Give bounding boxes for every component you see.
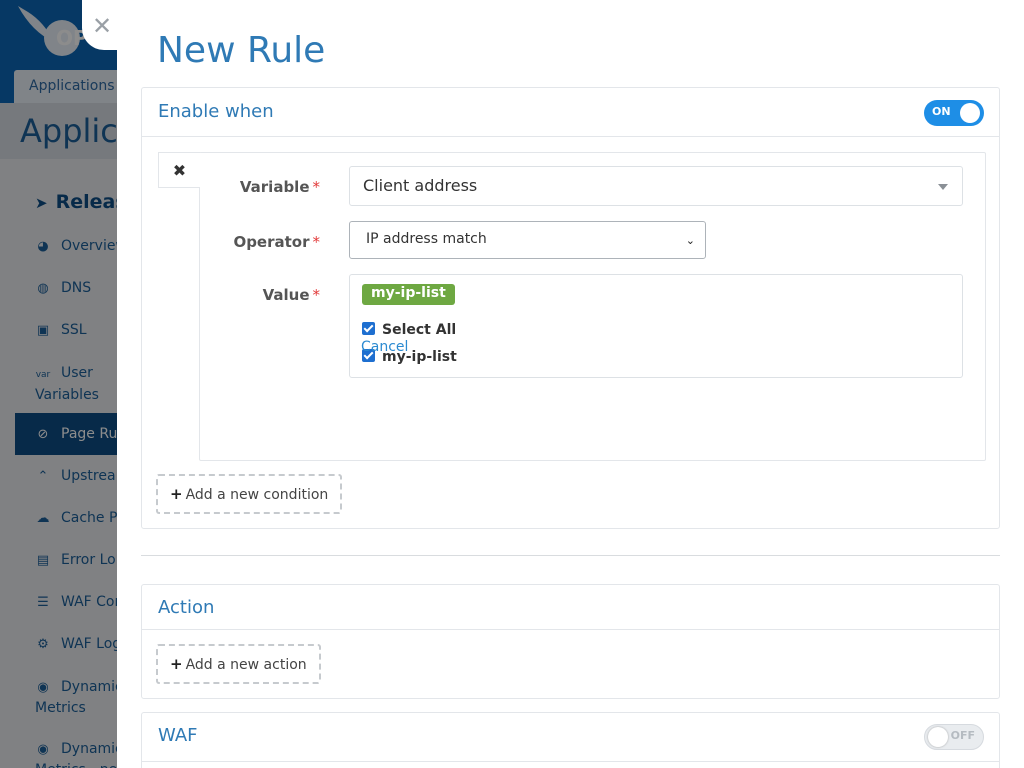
enable-when-toggle[interactable]: ON [924, 100, 984, 126]
action-card: Action + Add a new action [141, 584, 1000, 699]
drawer-title: New Rule [157, 30, 326, 71]
waf-toggle[interactable]: OFF [924, 724, 984, 750]
enable-when-title: Enable when [158, 101, 274, 122]
plus-icon: + [170, 655, 183, 673]
close-icon: ✕ [91, 12, 113, 40]
toggle-label: ON [932, 105, 951, 118]
enable-when-card: Enable when ON Variable * Operator * Value… [141, 87, 1000, 529]
toggle-knob [960, 103, 980, 123]
action-title: Action [158, 597, 215, 618]
waf-header: WAF OFF [142, 713, 999, 762]
waf-title: WAF [158, 725, 198, 746]
operator-label: Operator * [233, 233, 321, 251]
add-condition-button[interactable]: + Add a new condition [156, 474, 342, 514]
remove-condition-button[interactable]: ✖ [158, 152, 200, 188]
remove-tab-joint [199, 153, 201, 187]
required-mark: * [312, 233, 321, 251]
caret-down-icon [938, 184, 948, 190]
section-divider [141, 555, 1000, 556]
new-rule-drawer: New Rule Enable when ON Variable * Operat… [117, 0, 1024, 768]
value-multiselect[interactable]: my-ip-list Select All my-ip-list [349, 274, 963, 378]
operator-select[interactable]: IP address match ⌄ [349, 221, 706, 259]
remove-icon: ✖ [172, 161, 187, 180]
value-label: Value * [262, 286, 321, 304]
required-mark: * [312, 286, 321, 304]
action-header: Action [142, 585, 999, 630]
close-drawer-button[interactable]: ✕ [82, 0, 122, 50]
add-action-button[interactable]: + Add a new action [156, 644, 321, 684]
plus-icon: + [170, 485, 183, 503]
cancel-link[interactable]: Cancel [361, 339, 408, 355]
enable-when-header: Enable when ON [142, 88, 999, 137]
selected-value-tag[interactable]: my-ip-list [362, 284, 455, 305]
toggle-knob [928, 727, 948, 747]
variable-select-value: Client address [363, 176, 478, 195]
chevron-down-icon: ⌄ [685, 234, 695, 247]
waf-card: WAF OFF [141, 712, 1000, 768]
operator-select-value: IP address match [366, 231, 487, 247]
variable-label: Variable * [239, 178, 321, 196]
option-select-all[interactable]: Select All [362, 322, 456, 340]
variable-select[interactable]: Client address [349, 166, 963, 206]
required-mark: * [312, 178, 321, 196]
checkbox-checked-icon[interactable] [362, 322, 375, 335]
toggle-label: OFF [950, 729, 975, 742]
